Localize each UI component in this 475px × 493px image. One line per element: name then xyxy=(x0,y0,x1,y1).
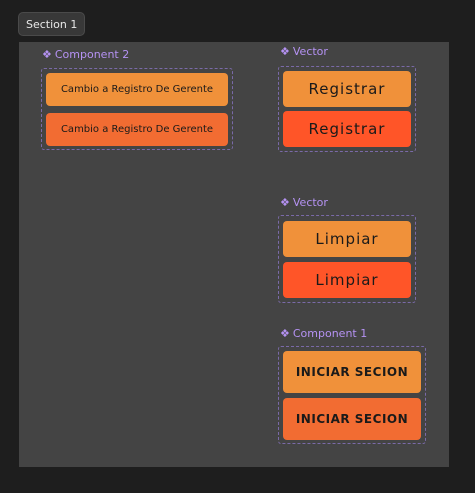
component-icon: ❖ xyxy=(280,196,290,209)
component-2-label-text: Component 2 xyxy=(54,48,130,61)
vector-limpiar-label[interactable]: ❖ Vector xyxy=(280,196,328,209)
component-1-label[interactable]: ❖ Component 1 xyxy=(280,327,367,340)
component-icon: ❖ xyxy=(42,48,52,61)
cambio-registro-gerente-button-hover[interactable]: Cambio a Registro De Gerente xyxy=(46,113,228,146)
iniciar-sesion-button-hover[interactable]: INICIAR SECION xyxy=(283,398,421,440)
limpiar-button-hover[interactable]: Limpiar xyxy=(283,262,411,298)
component-icon: ❖ xyxy=(280,327,290,340)
registrar-button-hover[interactable]: Registrar xyxy=(283,111,411,147)
component-icon: ❖ xyxy=(280,45,290,58)
cambio-registro-gerente-button-default[interactable]: Cambio a Registro De Gerente xyxy=(46,73,228,106)
component-1-label-text: Component 1 xyxy=(292,327,368,340)
section-title-badge[interactable]: Section 1 xyxy=(18,12,86,36)
limpiar-button-default[interactable]: Limpiar xyxy=(283,221,411,257)
component-2-label[interactable]: ❖ Component 2 xyxy=(42,48,129,61)
registrar-button-default[interactable]: Registrar xyxy=(283,71,411,107)
vector-registrar-label[interactable]: ❖ Vector xyxy=(280,45,328,58)
iniciar-sesion-button-default[interactable]: INICIAR SECION xyxy=(283,351,421,393)
vector-registrar-label-text: Vector xyxy=(292,45,328,58)
vector-limpiar-label-text: Vector xyxy=(292,196,328,209)
